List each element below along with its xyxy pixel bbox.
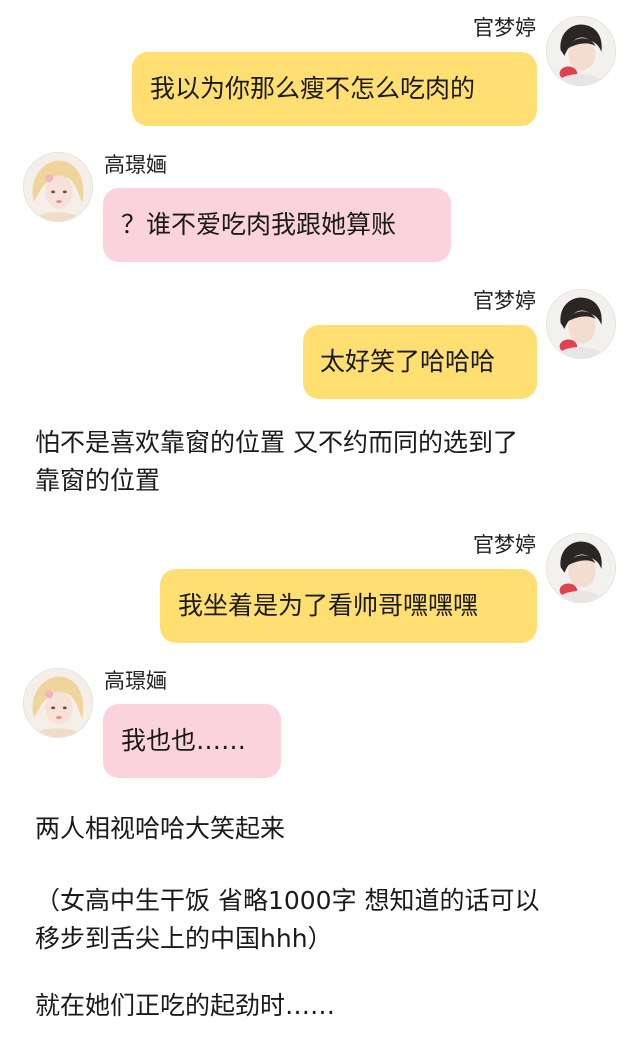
narration-paragraph: 就在她们正吃的起劲时…… — [35, 987, 335, 1025]
message-text: 太好笑了哈哈哈 — [320, 347, 496, 376]
narration-line: 靠窗的位置 — [35, 466, 161, 495]
message-text: 我以为你那么瘦不怎么吃肉的 — [150, 74, 476, 103]
narration-line: （女高中生干饭 省略1000字 想知道的话可以 — [35, 886, 540, 915]
narration-line: 就在她们正吃的起劲时…… — [35, 991, 336, 1020]
sender-name: 高璟婳 — [104, 669, 167, 693]
avatar-gao-image — [24, 153, 92, 221]
message-bubble-incoming[interactable]: 我也也…… — [103, 704, 281, 778]
message-text: 我也也…… — [121, 726, 247, 755]
avatar-gao[interactable] — [23, 152, 93, 222]
avatar-guan-image — [547, 17, 615, 85]
narration-line: 移步到舌尖上的中国hhh） — [35, 924, 333, 953]
narration-line: 怕不是喜欢靠窗的位置 又不约而同的选到了 — [35, 428, 518, 457]
message-text: ？谁不爱吃肉我跟她算账 — [121, 210, 397, 239]
narration-paragraph: 两人相视哈哈大笑起来 — [35, 810, 285, 848]
message-bubble-outgoing[interactable]: 太好笑了哈哈哈 — [303, 325, 537, 399]
message-bubble-incoming[interactable]: ？谁不爱吃肉我跟她算账 — [103, 188, 451, 262]
message-bubble-outgoing[interactable]: 我坐着是为了看帅哥嘿嘿嘿 — [160, 569, 537, 643]
narration-line: 两人相视哈哈大笑起来 — [35, 814, 286, 843]
avatar-guan-image — [547, 534, 615, 602]
message-bubble-outgoing[interactable]: 我以为你那么瘦不怎么吃肉的 — [132, 52, 537, 126]
avatar-guan-image — [547, 290, 615, 358]
message-text: 我坐着是为了看帅哥嘿嘿嘿 — [178, 591, 479, 620]
avatar-gao[interactable] — [23, 668, 93, 738]
sender-name: 官梦婷 — [473, 533, 536, 557]
avatar-guan[interactable] — [546, 289, 616, 359]
avatar-gao-image — [24, 669, 92, 737]
sender-name: 高璟婳 — [104, 153, 167, 177]
sender-name: 官梦婷 — [473, 16, 536, 40]
sender-name: 官梦婷 — [473, 289, 536, 313]
avatar-guan[interactable] — [546, 533, 616, 603]
narration-paragraph: （女高中生干饭 省略1000字 想知道的话可以 移步到舌尖上的中国hhh） — [35, 882, 540, 958]
avatar-guan[interactable] — [546, 16, 616, 86]
narration-paragraph: 怕不是喜欢靠窗的位置 又不约而同的选到了 靠窗的位置 — [35, 424, 518, 500]
